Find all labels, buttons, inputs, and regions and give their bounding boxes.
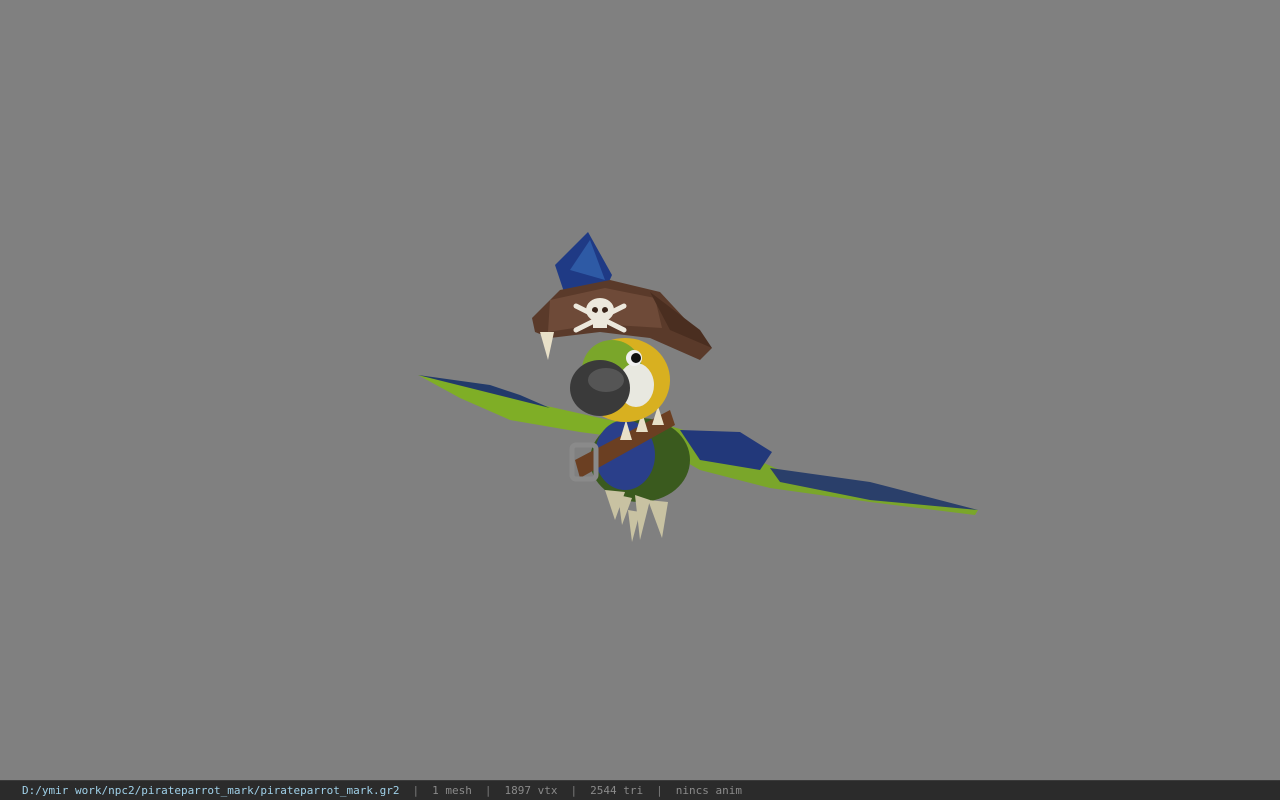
file-path: D:/ymir work/npc2/pirateparrot_mark/pira… [22, 784, 400, 797]
separator: | [656, 784, 663, 797]
animation-status: nincs anim [675, 784, 742, 797]
separator: | [570, 784, 578, 797]
vertex-count: 1897 vtx [504, 784, 558, 797]
separator: | [412, 784, 420, 797]
mesh-count: 1 mesh [432, 784, 472, 797]
separator: | [484, 784, 492, 797]
3d-viewport[interactable] [0, 0, 1280, 780]
triangle-count: 2544 tri [590, 784, 644, 797]
status-bar: D:/ymir work/npc2/pirateparrot_mark/pira… [0, 780, 1280, 800]
pirate-parrot-model [418, 232, 978, 542]
